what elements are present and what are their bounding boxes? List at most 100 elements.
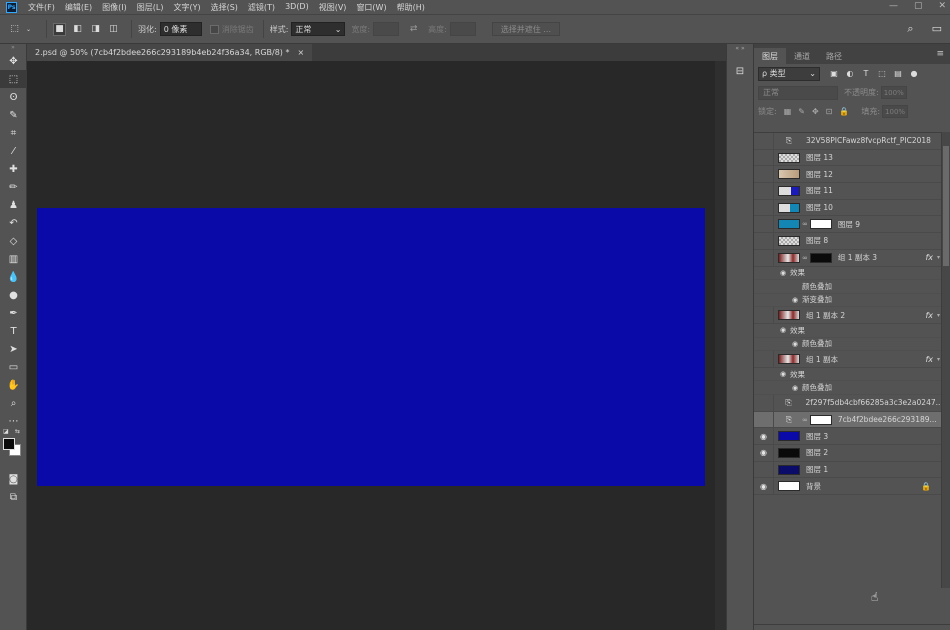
close-icon[interactable]: ✕ — [938, 1, 946, 11]
layer-effect-row[interactable]: ◉ 颜色叠加 — [754, 381, 941, 396]
visibility-eye-icon[interactable]: ◉ — [754, 478, 774, 495]
effects-expand-icon[interactable]: ▾ — [937, 254, 940, 261]
layer-effect-row[interactable]: 颜色叠加 — [754, 280, 941, 294]
shape-filter-icon[interactable]: ⬚ — [876, 69, 888, 78]
layer-effect-row[interactable]: ◉ 效果 — [754, 267, 941, 281]
collapse-dock-icon[interactable]: « » — [727, 45, 753, 52]
height-input[interactable] — [449, 22, 476, 36]
hand-tool-icon[interactable]: ✋ — [0, 376, 27, 394]
mask-link-icon[interactable]: ∞ — [802, 220, 808, 228]
menu-item[interactable]: 图像(I) — [97, 2, 132, 13]
visibility-eye-icon[interactable] — [754, 183, 774, 199]
toolbar-grip-icon[interactable]: » — [0, 44, 26, 52]
effect-eye-icon[interactable]: ◉ — [780, 269, 786, 277]
visibility-eye-icon[interactable]: ◉ — [754, 428, 774, 445]
add-selection-icon[interactable]: ◧ — [71, 23, 84, 36]
layer-effects-icon[interactable]: fx — [925, 311, 933, 320]
document-canvas[interactable] — [37, 208, 705, 486]
feather-input[interactable]: 0 像素 — [159, 22, 202, 36]
intersect-selection-icon[interactable]: ◫ — [107, 23, 120, 36]
lock-transparent-icon[interactable]: ▦ — [784, 107, 792, 116]
effect-eye-icon[interactable]: ◉ — [792, 340, 798, 348]
pixel-filter-icon[interactable]: ▣ — [828, 69, 840, 78]
layer-row[interactable]: ∞ 组 1 副本 3 fx ▾ — [754, 249, 941, 267]
search-icon[interactable]: ⌕ — [907, 22, 913, 36]
adjustment-filter-icon[interactable]: ◐ — [844, 69, 856, 78]
type-filter-icon[interactable]: T — [860, 69, 872, 78]
visibility-eye-icon[interactable] — [754, 307, 774, 323]
close-tab-icon[interactable]: × — [297, 48, 304, 57]
visibility-eye-icon[interactable] — [754, 395, 774, 411]
blur-tool-icon[interactable]: 💧 — [0, 268, 27, 286]
layer-kind-select[interactable]: ρ 类型 ⌄ — [758, 66, 820, 81]
swap-dimensions-icon[interactable]: ⇄ — [407, 23, 420, 36]
menu-item[interactable]: 文件(F) — [23, 2, 60, 13]
opacity-input[interactable]: 100% — [880, 86, 907, 99]
layer-row[interactable]: 图层 8 — [754, 233, 941, 250]
mask-link-icon[interactable]: ∞ — [802, 416, 808, 424]
visibility-eye-icon[interactable] — [754, 411, 774, 428]
filter-toggle-icon[interactable]: ● — [908, 69, 920, 78]
tool-preset-chevron-icon[interactable]: ⌄ — [22, 23, 35, 36]
default-colors-icon[interactable]: ◪ — [3, 428, 9, 435]
healing-brush-tool-icon[interactable]: ✚ — [0, 160, 27, 178]
zoom-tool-icon[interactable]: ⌕ — [0, 394, 27, 412]
history-brush-tool-icon[interactable]: ↶ — [0, 214, 27, 232]
subtract-selection-icon[interactable]: ◨ — [89, 23, 102, 36]
move-tool-icon[interactable]: ✥ — [0, 52, 27, 70]
layer-row[interactable]: ⎘ 2f297f5db4cbf66285a3c3e2a0247... — [754, 395, 941, 412]
layer-row[interactable]: ◉ 图层 2 — [754, 445, 941, 462]
properties-panel-icon[interactable]: ⊟ — [733, 66, 747, 80]
maximize-icon[interactable]: ▢ — [914, 1, 923, 11]
lasso-tool-icon[interactable]: ʘ — [0, 88, 27, 106]
layers-scrollbar[interactable] — [941, 132, 950, 588]
lock-all-icon[interactable]: 🔒 — [839, 107, 849, 116]
menu-item[interactable]: 编辑(E) — [60, 2, 97, 13]
layer-effects-icon[interactable]: fx — [925, 253, 933, 262]
marquee-tool-icon[interactable]: ⬚ — [8, 23, 21, 36]
layer-row[interactable]: 图层 1 — [754, 461, 941, 479]
layer-row[interactable]: 组 1 副本 fx ▾ — [754, 351, 941, 368]
quick-mask-icon[interactable]: ◙ — [0, 470, 27, 488]
visibility-eye-icon[interactable] — [754, 233, 774, 249]
pen-tool-icon[interactable]: ✒ — [0, 304, 27, 322]
layer-row[interactable]: ∞ 图层 9 — [754, 216, 941, 234]
select-and-mask-button[interactable]: 选择并遮住 ... — [491, 22, 560, 36]
tab-channels[interactable]: 通道 — [786, 48, 818, 64]
effect-eye-icon[interactable]: ◉ — [792, 384, 798, 392]
layer-row[interactable]: 图层 12 — [754, 166, 941, 184]
effect-eye-icon[interactable]: ◉ — [780, 370, 786, 378]
antialias-checkbox[interactable] — [209, 24, 219, 34]
layer-effect-row[interactable]: ◉ 渐变叠加 — [754, 294, 941, 308]
visibility-eye-icon[interactable]: ◉ — [754, 445, 774, 461]
layer-row[interactable]: 图层 10 — [754, 199, 941, 217]
layer-mask-thumbnail[interactable] — [809, 252, 832, 263]
brush-tool-icon[interactable]: ✏ — [0, 178, 27, 196]
layer-effect-row[interactable]: ◉ 效果 — [754, 324, 941, 338]
tab-paths[interactable]: 路径 — [818, 48, 850, 64]
type-tool-icon[interactable]: T — [0, 322, 27, 340]
workspace-icon[interactable]: ▭ — [932, 22, 942, 36]
layer-effects-icon[interactable]: fx — [925, 355, 933, 364]
width-input[interactable] — [373, 22, 400, 36]
eyedropper-tool-icon[interactable]: ⁄ — [0, 142, 27, 160]
menu-item[interactable]: 选择(S) — [206, 2, 243, 13]
visibility-eye-icon[interactable] — [754, 133, 774, 149]
effects-expand-icon[interactable]: ▾ — [937, 356, 940, 363]
layer-mask-thumbnail[interactable] — [809, 414, 832, 425]
layer-row[interactable]: ⎘ ∞ 7cb4f2bdee266c293189... — [754, 411, 941, 429]
lock-position-icon[interactable]: ✥ — [812, 107, 819, 116]
layers-scrollbar-thumb[interactable] — [943, 146, 949, 266]
visibility-eye-icon[interactable] — [754, 351, 774, 367]
clone-stamp-tool-icon[interactable]: ♟ — [0, 196, 27, 214]
visibility-eye-icon[interactable] — [754, 166, 774, 183]
visibility-eye-icon[interactable] — [754, 149, 774, 166]
smart-object-filter-icon[interactable]: ▤ — [892, 69, 904, 78]
ps-logo-icon[interactable]: Ps — [6, 1, 17, 13]
visibility-eye-icon[interactable] — [754, 199, 774, 216]
menu-item[interactable]: 视图(V) — [314, 2, 352, 13]
panel-menu-icon[interactable]: ≡ — [936, 49, 944, 59]
new-selection-icon[interactable]: ■ — [53, 22, 66, 36]
layer-row[interactable]: ◉ 背景 🔒 — [754, 478, 941, 496]
gradient-tool-icon[interactable]: ▥ — [0, 250, 27, 268]
